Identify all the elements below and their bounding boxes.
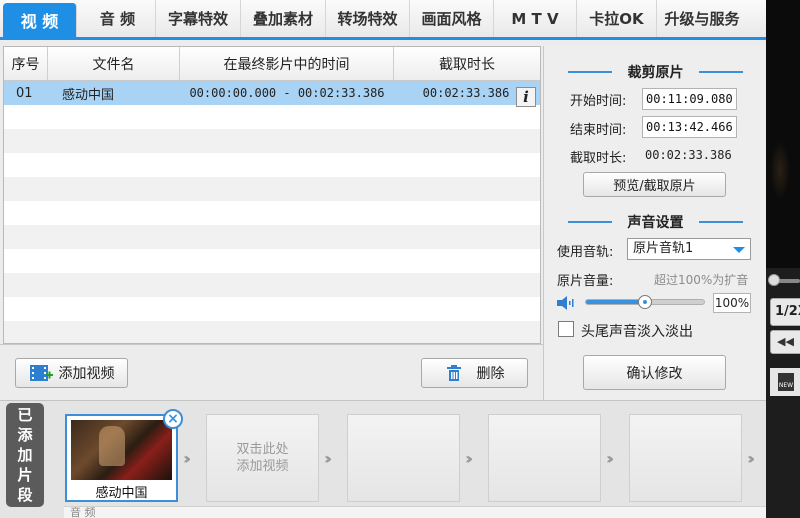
add-slot-hint-line2: 添加视频 — [236, 459, 289, 474]
tab-subtitle-effects[interactable]: 字幕特效 — [156, 0, 241, 37]
add-video-label: 添加视频 — [58, 366, 115, 382]
film-add-icon — [29, 365, 53, 381]
tab-video[interactable]: 视 频 — [3, 3, 77, 37]
table-action-bar: 添加视频 删除 — [0, 344, 543, 400]
dropdown-arrow-icon — [733, 247, 745, 253]
table-row-empty — [4, 201, 540, 225]
volume-slider[interactable] — [585, 295, 705, 309]
speed-button[interactable]: 1/2X — [770, 298, 800, 326]
added-clips-tab-char: 已 — [17, 406, 33, 424]
chevron-right-icon: ›› — [465, 449, 474, 468]
remove-clip-icon[interactable]: × — [163, 409, 183, 429]
trim-section-title: 裁剪原片 — [544, 62, 767, 82]
volume-slider-knob[interactable] — [638, 295, 652, 309]
table-row-empty — [4, 105, 540, 129]
add-video-slot[interactable]: 双击此处 添加视频 — [206, 414, 319, 502]
sound-section-title: 声音设置 — [544, 212, 767, 232]
table-header: 序号 文件名 在最终影片中的时间 截取时长 — [4, 47, 540, 81]
tab-transition-effects[interactable]: 转场特效 — [326, 0, 410, 37]
trash-icon — [446, 365, 461, 381]
tab-upgrade-service[interactable]: 升级与服务 — [657, 0, 747, 37]
cut-duration-label: 截取时长: — [570, 151, 627, 166]
clip-thumbnail — [71, 420, 172, 480]
table-row-empty — [4, 129, 540, 153]
info-icon[interactable]: i — [516, 87, 536, 107]
chevron-right-icon: ›› — [324, 449, 333, 468]
rewind-button[interactable]: ◀◀ — [770, 330, 800, 354]
cut-duration-value: 00:02:33.386 — [645, 148, 732, 162]
empty-clip-slot[interactable] — [488, 414, 601, 502]
chevron-right-icon: ›› — [606, 449, 615, 468]
row-duration-cell: 00:02:33.386 i — [394, 86, 538, 107]
video-preview-panel: 1/2X ◀◀ NEW — [766, 0, 800, 518]
video-file-table: 序号 文件名 在最终影片中的时间 截取时长 01 感动中国 00:00:00.0… — [3, 46, 541, 344]
chevron-right-icon: ›› — [747, 449, 756, 468]
table-row-empty — [4, 249, 540, 273]
clip-item[interactable]: 感动中国 — [65, 414, 178, 502]
playback-slider-knob[interactable] — [768, 274, 780, 286]
tab-audio[interactable]: 音 频 — [80, 0, 156, 37]
new-icon: NEW — [778, 373, 794, 391]
tab-karaoke[interactable]: 卡拉OK — [577, 0, 657, 37]
added-clips-tab[interactable]: 已 添 加 片 段 — [6, 403, 44, 507]
end-time-label: 结束时间: — [570, 123, 627, 138]
col-header-time: 在最终影片中的时间 — [180, 47, 394, 80]
added-clips-tab-char: 片 — [17, 466, 33, 484]
empty-clip-slot[interactable] — [347, 414, 460, 502]
row-duration: 00:02:33.386 — [422, 86, 510, 100]
chevron-right-icon: ›› — [183, 449, 192, 468]
add-slot-hint-line1: 双击此处 — [236, 442, 289, 457]
added-clips-tab-char: 添 — [17, 426, 33, 444]
delete-label: 删除 — [476, 366, 505, 382]
tab-picture-style[interactable]: 画面风格 — [410, 0, 494, 37]
empty-clip-slot[interactable] — [629, 414, 742, 502]
table-row-empty — [4, 153, 540, 177]
added-clips-strip: 已 添 加 片 段 感动中国 × ›› 双击此处 添加视频 ›› ›› ›› ›… — [0, 400, 766, 518]
top-tab-bar: 视 频 音 频 字幕特效 叠加素材 转场特效 画面风格 M T V 卡拉OK 升… — [0, 0, 766, 40]
table-row-empty — [4, 297, 540, 321]
row-filename: 感动中国 — [62, 87, 115, 103]
audio-track-select[interactable]: 原片音轨1 — [627, 238, 751, 260]
col-header-index: 序号 — [4, 47, 48, 80]
fade-label: 头尾声音淡入淡出 — [581, 324, 693, 340]
start-time-input[interactable]: 00:11:09.080 — [642, 88, 737, 110]
col-header-filename: 文件名 — [48, 47, 180, 80]
fade-checkbox[interactable] — [558, 321, 574, 337]
row-index: 01 — [16, 85, 33, 101]
clip-label: 感动中国 — [95, 486, 148, 501]
volume-slider-fill — [586, 300, 645, 304]
row-time-range: 00:00:00.000 - 00:02:33.386 — [189, 86, 385, 100]
new-project-button[interactable]: NEW — [770, 368, 800, 396]
table-row-empty — [4, 321, 540, 343]
volume-label: 原片音量: — [557, 274, 614, 289]
table-row[interactable]: 01 感动中国 00:00:00.000 - 00:02:33.386 00:0… — [4, 81, 540, 107]
audio-track-row: 音 频 — [64, 506, 766, 518]
add-video-button[interactable]: 添加视频 — [15, 358, 128, 388]
added-clips-tab-char: 段 — [17, 486, 33, 504]
volume-hint: 超过100%为扩音 — [654, 273, 749, 287]
table-row-empty — [4, 225, 540, 249]
speaker-icon[interactable] — [556, 295, 576, 311]
volume-percent[interactable]: 100% — [713, 293, 751, 313]
settings-panel: 裁剪原片 开始时间: 00:11:09.080 结束时间: 00:13:42.4… — [543, 46, 766, 400]
table-row-empty — [4, 273, 540, 297]
preview-frame — [770, 140, 790, 200]
table-row-empty — [4, 177, 540, 201]
added-clips-tab-char: 加 — [17, 446, 33, 464]
start-time-label: 开始时间: — [570, 94, 627, 109]
tab-overlay-material[interactable]: 叠加素材 — [241, 0, 326, 37]
end-time-input[interactable]: 00:13:42.466 — [642, 116, 737, 138]
col-header-duration: 截取时长 — [439, 56, 495, 73]
preview-cut-button[interactable]: 预览/截取原片 — [583, 172, 726, 197]
audio-track-label: 使用音轨: — [557, 245, 614, 260]
audio-track-value: 原片音轨1 — [633, 241, 694, 256]
confirm-button[interactable]: 确认修改 — [583, 355, 726, 390]
delete-button[interactable]: 删除 — [421, 358, 528, 388]
tab-mtv[interactable]: M T V — [494, 0, 577, 37]
